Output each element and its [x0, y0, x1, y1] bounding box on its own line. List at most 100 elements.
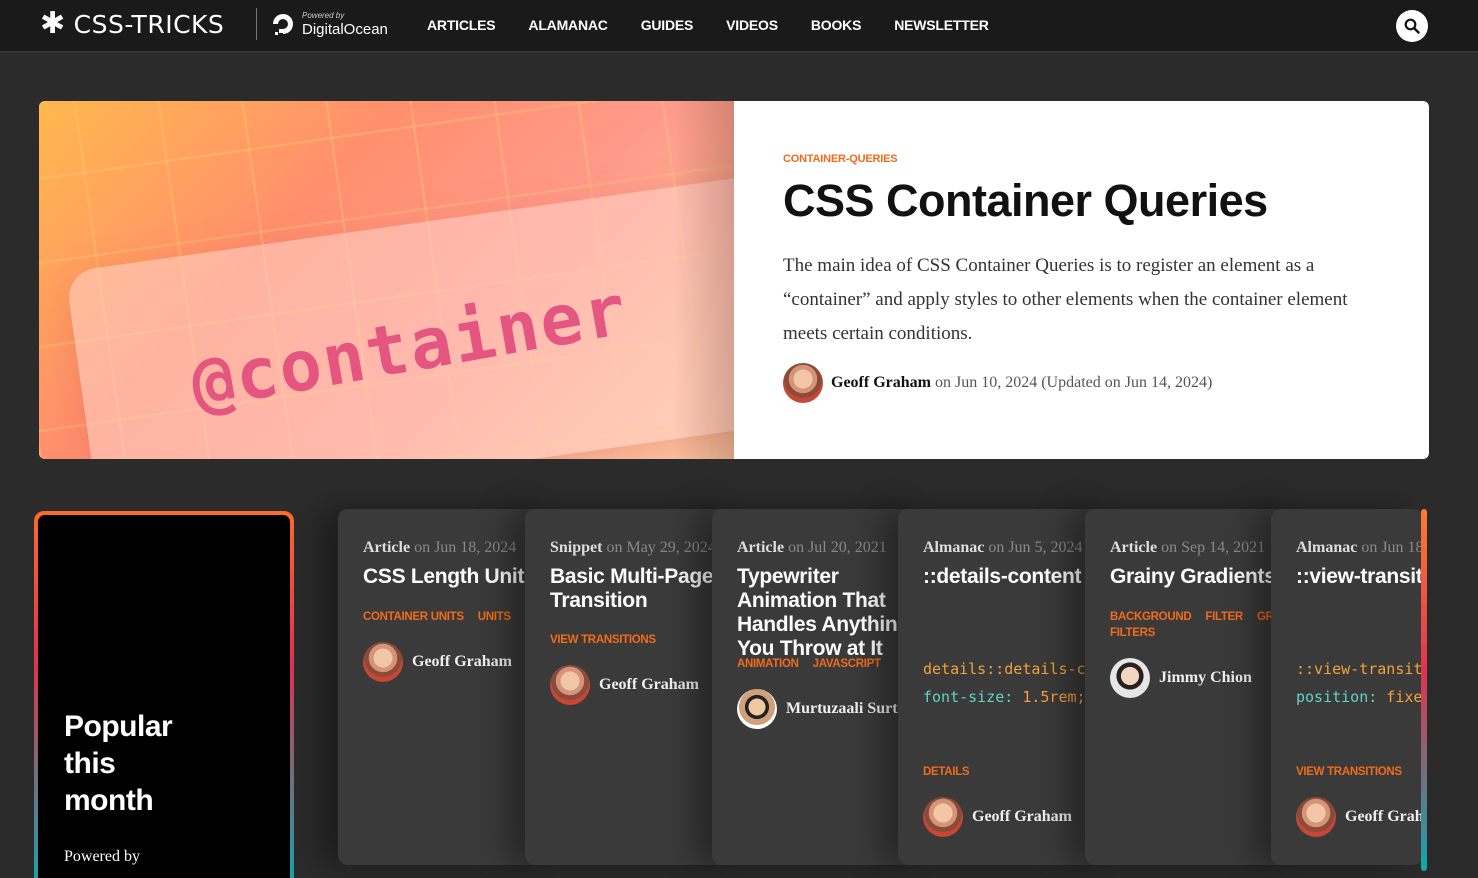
article-card[interactable]: Article on Jun 18, 2024 CSS Length Units… [338, 509, 548, 865]
carousel-scroll-edge[interactable] [1421, 509, 1427, 871]
popular-heading-line-3: month [64, 784, 154, 817]
code-value: fixed; [1386, 688, 1423, 706]
card-date: on May 29, 2024 [602, 539, 716, 556]
nav-newsletter[interactable]: NEWSLETTER [894, 17, 989, 33]
tag-link[interactable]: ANIMATION [737, 658, 799, 670]
image-fade [674, 101, 734, 459]
article-card[interactable]: Article on Jul 20, 2021 Typewriter Anima… [712, 509, 922, 865]
card-meta: Almanac on Jun 5, 2024 [923, 539, 1083, 557]
almanac-card[interactable]: Almanac on Jun 5, 2024 ::details-content… [898, 509, 1108, 865]
nav-almanac[interactable]: ALAMANAC [528, 17, 607, 33]
author-avatar[interactable] [737, 689, 777, 729]
search-button[interactable] [1396, 10, 1428, 42]
tag-link[interactable]: BACKGROUND [1110, 611, 1192, 623]
card-title[interactable]: ::view-transition [1296, 565, 1423, 589]
card-tags: VIEW TRANSITIONS [1296, 764, 1423, 780]
card-type: Almanac [1296, 539, 1358, 556]
author-avatar[interactable] [550, 665, 590, 705]
card-title[interactable]: CSS Length Units [363, 565, 548, 589]
code-line: details::details-content [923, 660, 1108, 678]
digitalocean-label: DigitalOcean [302, 20, 388, 38]
author-avatar[interactable] [923, 797, 963, 837]
code-line: font-size: 1.5rem; [923, 683, 1108, 711]
tag-link[interactable]: UNITS [478, 611, 511, 623]
nav-articles[interactable]: ARTICLES [427, 17, 496, 33]
author-name[interactable]: Geoff Graham [1345, 808, 1423, 826]
featured-article: @container CONTAINER-QUERIES CSS Contain… [39, 101, 1429, 459]
tag-link[interactable]: DETAILS [923, 766, 970, 778]
card-title[interactable]: ::details-content [923, 565, 1108, 589]
nav-guides[interactable]: GUIDES [641, 17, 694, 33]
code-property: font-size: [923, 688, 1014, 706]
site-logo[interactable]: ✱ CSS-TRICKS [40, 8, 224, 40]
card-author: Murtuzaali Surti [737, 689, 902, 729]
card-tags: CONTAINER UNITS UNITS [363, 609, 548, 625]
logo-divider [256, 8, 257, 40]
card-meta: Snippet on May 29, 2024 [550, 539, 716, 557]
tag-link[interactable]: JAVASCRIPT [813, 658, 881, 670]
asterisk-logo-icon: ✱ [40, 7, 66, 40]
featured-image[interactable]: @container [39, 101, 734, 459]
digitalocean-icon [273, 14, 293, 35]
card-title[interactable]: Typewriter Animation That Handles Anythi… [737, 565, 912, 661]
tag-link[interactable]: FILTERS [1110, 627, 1155, 639]
author-avatar[interactable] [1296, 797, 1336, 837]
tag-link[interactable]: VIEW TRANSITIONS [550, 634, 656, 646]
featured-byline: Geoff Graham on Jun 10, 2024 (Updated on… [783, 363, 1383, 403]
featured-author[interactable]: Geoff Graham [831, 374, 931, 391]
code-property: position: [1296, 688, 1378, 706]
card-date: on Jun 18, 2024 [410, 539, 517, 556]
card-date: on Sep 14, 2021 [1157, 539, 1266, 556]
digitalocean-link[interactable]: Powered by DigitalOcean [270, 9, 388, 39]
card-author: Geoff Graham [1296, 797, 1423, 837]
card-title[interactable]: Grainy Gradients [1110, 565, 1295, 589]
card-meta: Article on Sep 14, 2021 [1110, 539, 1265, 557]
featured-description: The main idea of CSS Container Queries i… [783, 255, 1348, 344]
snippet-card[interactable]: Snippet on May 29, 2024 Basic Multi-Page… [525, 509, 735, 865]
logo-text: CSS-TRICKS [73, 9, 225, 39]
code-value: 1.5rem; [1013, 688, 1086, 706]
card-title[interactable]: Basic Multi-Page Transition [550, 565, 735, 613]
card-tags: BACKGROUNDFILTERGRADIENTS [1110, 609, 1295, 625]
article-card[interactable]: Article on Sep 14, 2021 Grainy Gradients… [1085, 509, 1295, 865]
tag-link[interactable]: FILTER [1205, 611, 1243, 623]
nav-videos[interactable]: VIDEOS [726, 17, 778, 33]
popular-heading: Popular this month [64, 708, 173, 819]
tag-link[interactable]: VIEW TRANSITIONS [1296, 766, 1402, 778]
code-sample: ::view-transitionposition: fixed; [1296, 655, 1423, 711]
card-type: Article [1110, 539, 1158, 556]
card-tags: ANIMATION JAVASCRIPT [737, 656, 922, 672]
card-author: Geoff Graham [923, 797, 1072, 837]
site-header: ✱ CSS-TRICKS Powered by DigitalOcean ART… [0, 0, 1478, 52]
nav-books[interactable]: BOOKS [811, 17, 862, 33]
powered-by-label: Powered by [302, 10, 345, 20]
author-name[interactable]: Murtuzaali Surti [786, 700, 902, 718]
author-name[interactable]: Jimmy Chion [1159, 669, 1252, 687]
card-meta: Article on Jun 18, 2024 [363, 539, 516, 557]
card-tags: VIEW TRANSITIONS [550, 632, 735, 648]
main-nav: ARTICLES ALAMANAC GUIDES VIDEOS BOOKS NE… [427, 17, 1022, 33]
card-date: on Jul 20, 2021 [784, 539, 887, 556]
code-sample: details::details-contentfont-size: 1.5re… [923, 655, 1108, 711]
author-avatar[interactable] [783, 363, 823, 403]
author-avatar[interactable] [363, 642, 403, 682]
card-type: Article [363, 539, 411, 556]
popular-heading-line-2: this [64, 747, 116, 780]
featured-title[interactable]: CSS Container Queries [783, 175, 1383, 227]
card-tags: DETAILS [923, 764, 1108, 780]
tag-link[interactable]: CONTAINER UNITS [363, 611, 464, 623]
popular-this-month-box: Popular this month Powered by [34, 511, 294, 878]
card-tags-row-2: FILTERS [1110, 625, 1295, 641]
popular-powered-by: Powered by [64, 848, 140, 865]
featured-date: on Jun 10, 2024 (Updated on Jun 14, 2024… [930, 374, 1213, 391]
author-name[interactable]: Geoff Graham [599, 676, 699, 694]
almanac-card[interactable]: Almanac on Jun 18, 2024 ::view-transitio… [1271, 509, 1423, 865]
featured-tag[interactable]: CONTAINER-QUERIES [783, 153, 1383, 165]
card-author: Geoff Graham [550, 665, 699, 705]
author-avatar[interactable] [1110, 658, 1150, 698]
author-name[interactable]: Geoff Graham [412, 653, 512, 671]
card-date: on Jun 18, 2024 [1361, 539, 1423, 556]
card-type: Article [737, 539, 785, 556]
card-meta: Article on Jul 20, 2021 [737, 539, 887, 557]
author-name[interactable]: Geoff Graham [972, 808, 1072, 826]
